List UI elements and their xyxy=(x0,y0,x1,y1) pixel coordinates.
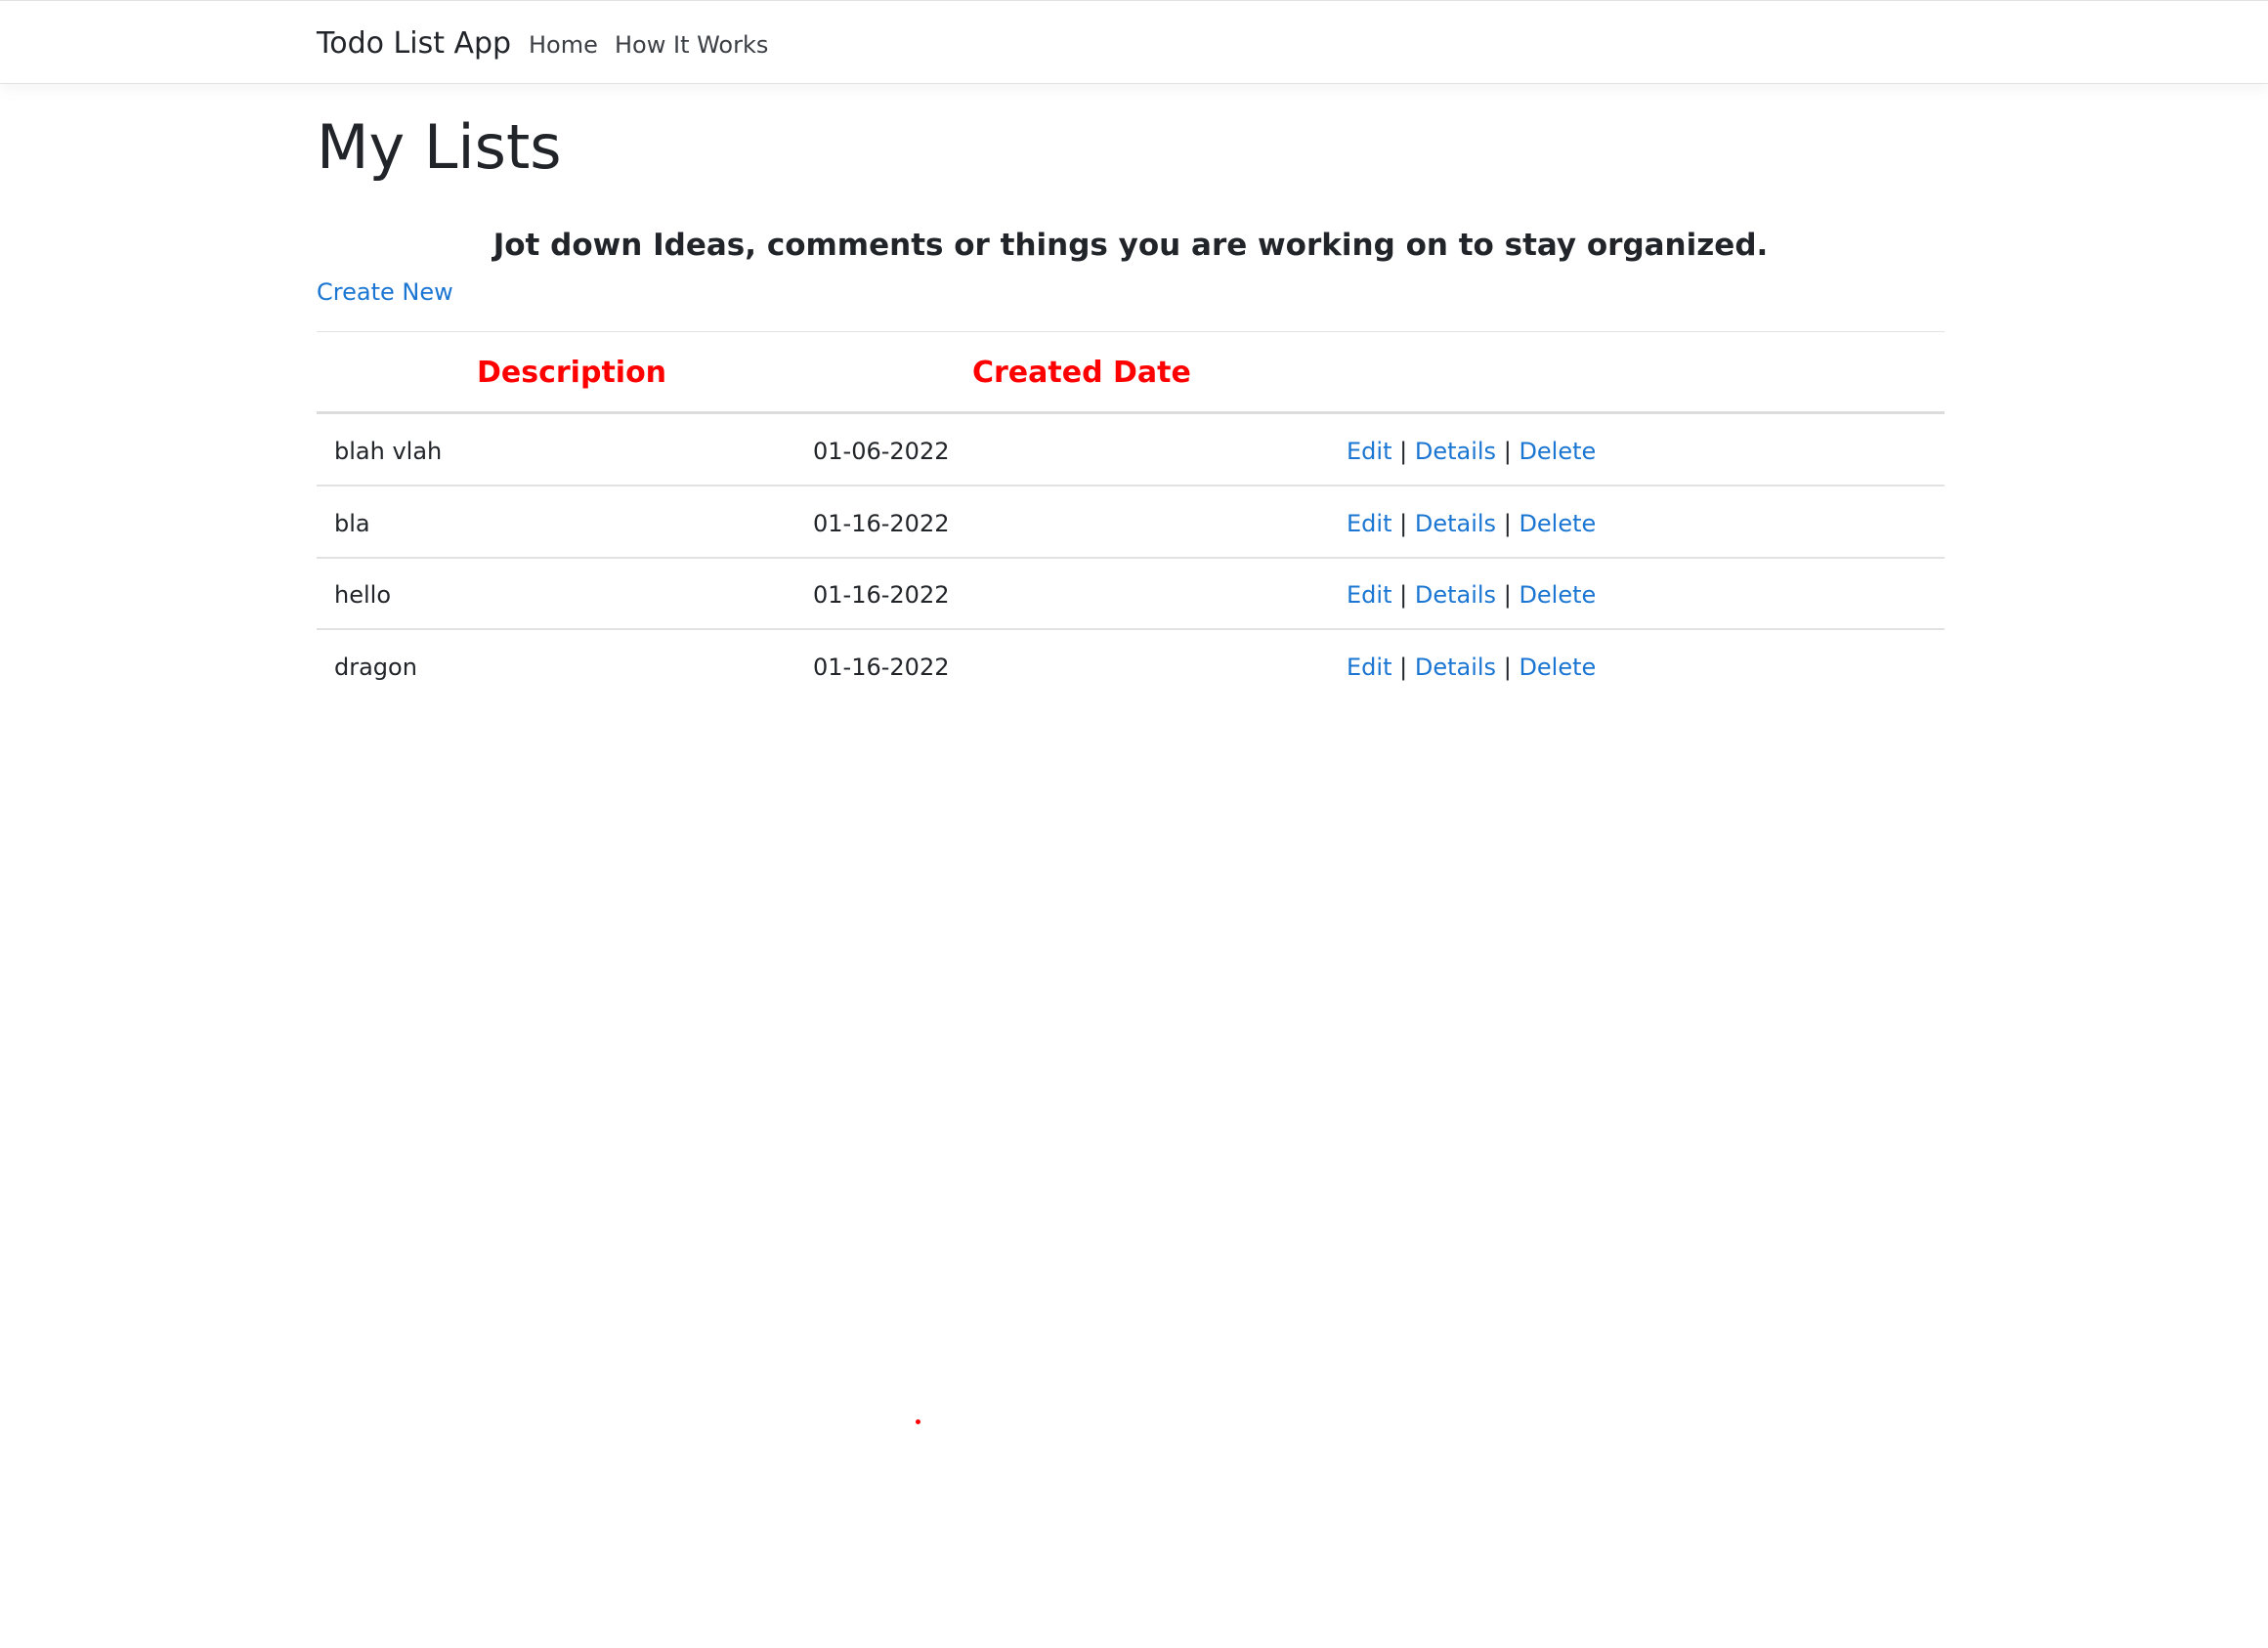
nav-link-how-it-works[interactable]: How It Works xyxy=(615,28,768,62)
row-actions: Edit | Details | Delete xyxy=(1347,435,1596,468)
row-actions: Edit | Details | Delete xyxy=(1347,578,1596,612)
top-navbar: Todo List App Home How It Works xyxy=(0,0,2268,84)
cell-created-date: 01-06-2022 xyxy=(813,438,950,465)
edit-link[interactable]: Edit xyxy=(1347,438,1391,465)
nav-link-home[interactable]: Home xyxy=(529,28,598,62)
edit-link[interactable]: Edit xyxy=(1347,510,1391,537)
table-header-divider xyxy=(317,411,1945,414)
action-separator: | xyxy=(1503,510,1512,537)
action-separator: | xyxy=(1399,510,1408,537)
delete-link[interactable]: Delete xyxy=(1519,654,1596,681)
divider xyxy=(317,331,1945,332)
create-new-link[interactable]: Create New xyxy=(317,275,453,309)
brand-link[interactable]: Todo List App xyxy=(317,24,511,63)
action-separator: | xyxy=(1399,654,1408,681)
row-divider xyxy=(317,485,1945,486)
cell-description: hello xyxy=(334,581,391,609)
edit-link[interactable]: Edit xyxy=(1347,581,1391,609)
action-separator: | xyxy=(1399,581,1408,609)
action-separator: | xyxy=(1503,438,1512,465)
row-actions: Edit | Details | Delete xyxy=(1347,507,1596,540)
cell-description: bla xyxy=(334,510,370,537)
table-row: bla 01-16-2022 Edit | Details | Delete xyxy=(317,487,1945,558)
column-header-description: Description xyxy=(477,356,667,390)
action-separator: | xyxy=(1503,654,1512,681)
details-link[interactable]: Details xyxy=(1415,581,1496,609)
action-separator: | xyxy=(1503,581,1512,609)
row-divider xyxy=(317,628,1945,630)
page-subtitle: Jot down Ideas, comments or things you a… xyxy=(492,228,1769,263)
cell-created-date: 01-16-2022 xyxy=(813,581,950,609)
cell-description: dragon xyxy=(334,654,417,681)
delete-link[interactable]: Delete xyxy=(1519,510,1596,537)
table-row: hello 01-16-2022 Edit | Details | Delete xyxy=(317,559,1945,629)
edit-link[interactable]: Edit xyxy=(1347,654,1391,681)
action-separator: | xyxy=(1399,438,1408,465)
cell-created-date: 01-16-2022 xyxy=(813,654,950,681)
table-row: blah vlah 01-06-2022 Edit | Details | De… xyxy=(317,415,1945,486)
cell-description: blah vlah xyxy=(334,438,443,465)
page-title: My Lists xyxy=(317,111,562,183)
details-link[interactable]: Details xyxy=(1415,654,1496,681)
details-link[interactable]: Details xyxy=(1415,510,1496,537)
row-actions: Edit | Details | Delete xyxy=(1347,651,1596,684)
column-header-created-date: Created Date xyxy=(972,356,1191,390)
cursor-dot xyxy=(916,1419,920,1424)
table-row: dragon 01-16-2022 Edit | Details | Delet… xyxy=(317,631,1945,701)
delete-link[interactable]: Delete xyxy=(1519,581,1596,609)
delete-link[interactable]: Delete xyxy=(1519,438,1596,465)
details-link[interactable]: Details xyxy=(1415,438,1496,465)
cell-created-date: 01-16-2022 xyxy=(813,510,950,537)
